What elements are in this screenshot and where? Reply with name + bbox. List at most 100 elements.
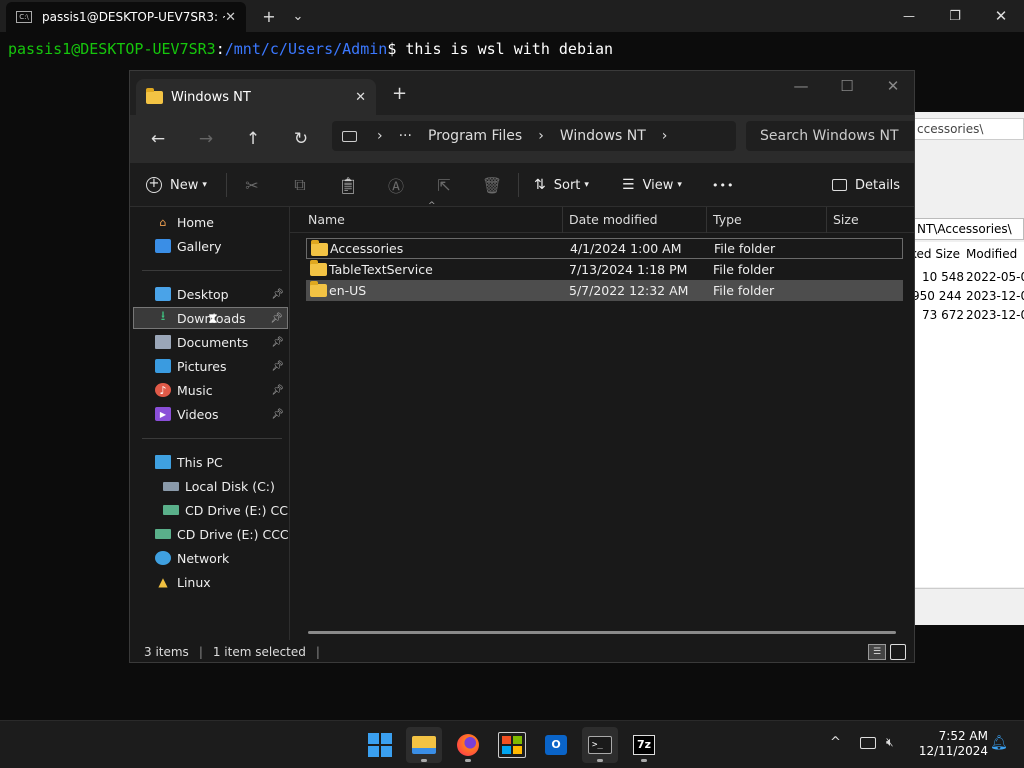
nav-item-gallery[interactable]: Gallery [133, 235, 288, 257]
new-tab-button[interactable]: + [392, 83, 407, 104]
back-button[interactable]: ← [142, 123, 174, 155]
terminal-close-button[interactable]: ✕ [978, 0, 1024, 32]
windows-logo-icon [368, 733, 392, 757]
nav-item-local-disk[interactable]: Local Disk (C:) [133, 475, 288, 497]
nav-label: Videos [177, 406, 219, 422]
column-name[interactable]: Name [308, 212, 345, 227]
tab-dropdown-button[interactable]: ⌄ [284, 0, 312, 32]
column-type[interactable]: Type [713, 212, 742, 227]
cut-icon[interactable]: ✂ [237, 169, 267, 201]
nav-item-videos[interactable]: ▶ Videos 📌︎ [133, 403, 288, 425]
terminal-tab[interactable]: C:\ passis1@DESKTOP-UEV7SR3: ~ ✕ [6, 2, 246, 32]
view-button[interactable]: ☰ View ▾ [622, 169, 682, 201]
new-button[interactable]: + New ▾ [146, 169, 207, 201]
up-button[interactable]: ↑ [237, 123, 269, 155]
arrow-up-icon: ↑ [245, 129, 261, 149]
nav-item-cd-drive[interactable]: CD Drive (E:) CCCOMA_X64FRE_EN-US_DV9 [133, 499, 288, 521]
nav-label: CD Drive (E:) CCCOMA_X64FRE_EN-US_DV9 [185, 502, 288, 518]
rename-icon[interactable]: Ⓐ [381, 169, 411, 201]
clock-date: 12/11/2024 [918, 744, 988, 758]
taskbar-firefox[interactable] [450, 727, 486, 763]
breadcrumb-more[interactable]: ··· [399, 128, 412, 144]
show-hidden-icons-button[interactable]: ^ [830, 735, 841, 750]
nav-item-desktop[interactable]: Desktop 📌︎ [133, 283, 288, 305]
breadcrumb-windows-nt[interactable]: Windows NT [560, 128, 646, 144]
address-bar[interactable]: › ··· Program Files › Windows NT › [332, 121, 736, 151]
minimize-button[interactable]: — [778, 71, 824, 101]
start-button[interactable] [362, 727, 398, 763]
volume-muted-icon[interactable]: 🔇︎ [886, 735, 894, 750]
terminal-minimize-button[interactable]: — [886, 0, 932, 32]
tiles-view-icon[interactable] [890, 644, 906, 660]
delete-icon[interactable]: 🗑︎ [477, 169, 507, 201]
file-row[interactable]: en-US 5/7/2022 12:32 AM File folder [306, 280, 903, 301]
search-input[interactable]: Search Windows NT [746, 121, 914, 151]
taskbar-terminal[interactable]: >_ [582, 727, 618, 763]
nav-label: Gallery [177, 238, 222, 254]
file-row[interactable]: TableTextService 7/13/2024 1:18 PM File … [306, 259, 903, 280]
paste-icon[interactable]: 📋︎ [333, 169, 363, 201]
column-size[interactable]: Size [833, 212, 859, 227]
details-button[interactable]: Details [832, 169, 900, 201]
nav-item-documents[interactable]: Documents 📌︎ [133, 331, 288, 353]
details-view-icon[interactable]: ☰ [868, 644, 886, 660]
column-header-row: ^ Name Date modified Type Size [290, 201, 914, 233]
column-date-modified[interactable]: Date modified [569, 212, 658, 227]
nav-item-cd-drive-root[interactable]: CD Drive (E:) CCCOMA_X64FRE_EN-US_DV9 [133, 523, 288, 545]
home-icon: ⌂ [159, 215, 167, 229]
pin-icon[interactable]: 📌︎ [271, 337, 284, 348]
notification-bell-icon[interactable]: 🔔︎ [990, 735, 1008, 751]
background-archive-window[interactable]: ccessories\ NT\Accessories\ ked Size Mod… [914, 112, 1024, 625]
sort-button[interactable]: ⇅ Sort ▾ [534, 169, 589, 201]
new-tab-button[interactable]: + [254, 0, 284, 32]
nav-item-network[interactable]: Network [133, 547, 288, 569]
terminal-prompt-line[interactable]: passis1@DESKTOP-UEV7SR3:/mnt/c/Users/Adm… [8, 40, 613, 58]
close-icon[interactable]: ✕ [355, 90, 366, 105]
close-icon[interactable]: ✕ [225, 10, 236, 25]
navigation-pane: ⌂ Home Gallery Desktop 📌︎ ⭳ Downloads 📌︎ Doc… [130, 207, 290, 640]
taskbar-microsoft-store[interactable] [494, 727, 530, 763]
gallery-icon [155, 239, 171, 253]
column-divider [706, 207, 707, 233]
pin-icon[interactable]: 📌︎ [270, 313, 283, 324]
refresh-button[interactable]: ↻ [285, 123, 317, 155]
forward-button[interactable]: → [190, 123, 222, 155]
network-status-icon[interactable] [860, 737, 876, 749]
explorer-tab[interactable]: Windows NT ✕ [136, 79, 376, 115]
outlook-icon: O [545, 735, 567, 755]
share-icon[interactable]: ⇱ [429, 169, 459, 201]
horizontal-scrollbar[interactable] [308, 631, 896, 634]
folder-icon [412, 736, 436, 754]
more-options-button[interactable]: ••• [712, 169, 734, 201]
maximize-button[interactable]: ☐ [824, 71, 870, 101]
file-date: 7/13/2024 1:18 PM [569, 262, 688, 277]
nav-item-pictures[interactable]: Pictures 📌︎ [133, 355, 288, 377]
plus-circle-icon: + [146, 177, 162, 193]
nav-item-music[interactable]: ♪ Music 📌︎ [133, 379, 288, 401]
explorer-tab-title: Windows NT [171, 89, 251, 105]
terminal-icon: C:\ [16, 11, 32, 23]
taskbar-file-explorer[interactable] [406, 727, 442, 763]
terminal-maximize-button[interactable]: ❐ [932, 0, 978, 32]
prompt-sep: : [215, 40, 225, 58]
breadcrumb-program-files[interactable]: Program Files [428, 128, 522, 144]
running-indicator [597, 759, 603, 762]
nav-item-this-pc[interactable]: This PC [133, 451, 288, 473]
nav-item-home[interactable]: ⌂ Home [133, 211, 288, 233]
network-icon [155, 551, 171, 565]
pin-icon[interactable]: 📌︎ [271, 289, 284, 300]
sort-ascending-icon: ^ [428, 201, 436, 211]
refresh-icon: ↻ [293, 129, 309, 149]
system-clock[interactable]: 7:52 AM 12/11/2024 [918, 729, 988, 759]
background-cell: 2023-12-03 [966, 308, 1024, 322]
taskbar-outlook[interactable]: O [538, 727, 574, 763]
taskbar-7zip[interactable]: 7z [626, 727, 662, 763]
file-row[interactable]: Accessories 4/1/2024 1:00 AM File folder [306, 238, 903, 259]
close-button[interactable]: ✕ [870, 71, 914, 101]
pin-icon[interactable]: 📌︎ [271, 385, 284, 396]
pin-icon[interactable]: 📌︎ [271, 409, 284, 420]
copy-icon[interactable]: ⧉ [285, 169, 315, 201]
nav-item-linux[interactable]: ▲ Linux [133, 571, 288, 593]
pin-icon[interactable]: 📌︎ [271, 361, 284, 372]
folder-icon [146, 87, 163, 104]
